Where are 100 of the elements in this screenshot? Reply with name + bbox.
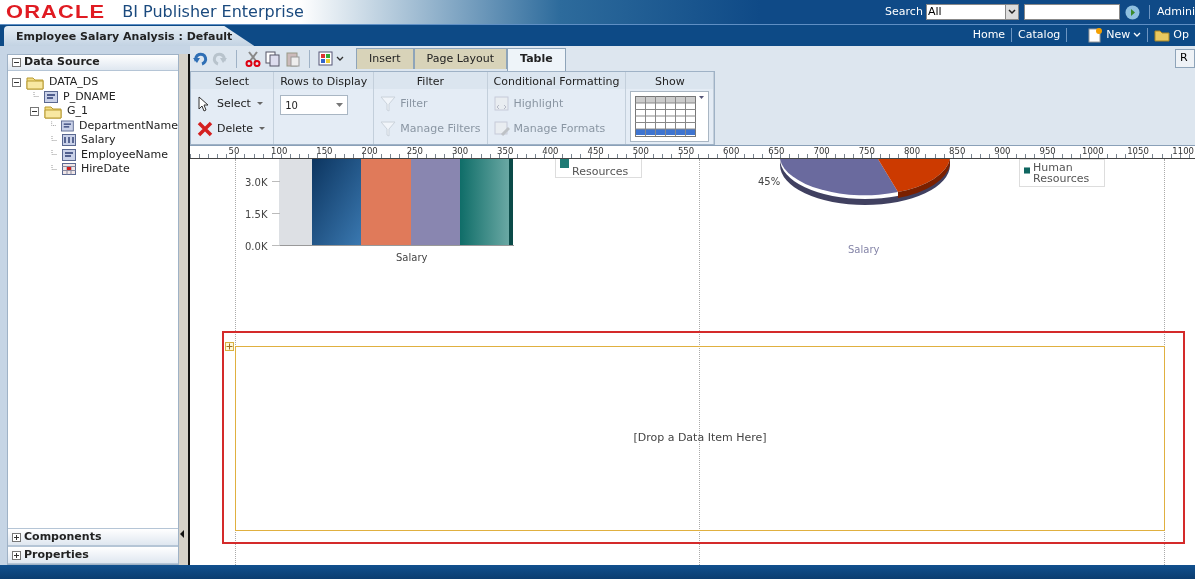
new-document-icon: [1087, 27, 1104, 43]
ribbon-tab[interactable]: Page Layout: [413, 48, 508, 69]
ruler-label: 900: [994, 146, 1011, 157]
right-button[interactable]: R: [1175, 49, 1195, 68]
delete-icon: [197, 121, 213, 138]
ruler-label: 700: [813, 146, 830, 157]
tree-item[interactable]: DepartmentName: [78, 117, 178, 134]
axis-tick-label: 1.5K: [245, 208, 268, 222]
tick-mark: [272, 213, 280, 214]
text-field-icon: [44, 90, 58, 103]
caret-icon: [336, 103, 344, 107]
drop-zone[interactable]: [Drop a Data Item Here]: [235, 346, 1165, 531]
number-field-icon: [62, 134, 76, 147]
panel-header[interactable]: Components: [8, 528, 178, 546]
legend-swatch-icon: [1024, 166, 1031, 175]
collapse-icon[interactable]: [12, 77, 21, 87]
nav-link[interactable]: Op: [1148, 26, 1195, 44]
ribbon-tab[interactable]: Table: [507, 48, 566, 71]
ruler-label: 450: [587, 146, 604, 157]
legend-swatch-icon: [560, 159, 569, 168]
tick-mark: [272, 181, 280, 182]
ruler-label: 1100: [1172, 146, 1194, 157]
caret-icon: [1007, 9, 1016, 15]
cut-icon[interactable]: [245, 50, 261, 67]
ruler-label: 300: [451, 146, 469, 157]
slice-label: 45%: [758, 175, 781, 189]
go-icon[interactable]: [1124, 4, 1140, 20]
ruler-label: 100: [271, 146, 288, 157]
tree-item[interactable]: P_DNAME: [63, 88, 116, 105]
collapse-icon[interactable]: [12, 58, 21, 67]
panel-header[interactable]: Properties: [8, 546, 178, 564]
group-title: Conditional Formatting: [487, 72, 626, 89]
oracle-logo: ORACLE: [6, 1, 106, 23]
ruler-label: 550: [677, 146, 695, 157]
chart-title: Salary: [848, 243, 880, 257]
ruler-label: 50: [228, 146, 240, 157]
tree-item[interactable]: DATA_DS: [49, 74, 99, 91]
ribbon-button[interactable]: Delete: [197, 121, 268, 138]
text-field-icon: [62, 148, 76, 161]
ruler-label: 500: [632, 146, 649, 157]
layout-grid-icon[interactable]: [318, 50, 344, 67]
ruler-label: 600: [723, 146, 740, 157]
user-menu[interactable]: Admini: [1152, 3, 1195, 21]
collapse-arrow-icon[interactable]: [180, 530, 184, 538]
filter-icon: [380, 95, 397, 112]
highlight-icon: [493, 95, 510, 112]
new-menu[interactable]: New: [1081, 26, 1148, 44]
search-field[interactable]: [1023, 4, 1120, 20]
tree-item[interactable]: HireDate: [81, 161, 130, 178]
group-title: Select: [191, 72, 274, 89]
expand-icon[interactable]: [12, 532, 21, 542]
ruler-label: 400: [542, 146, 559, 157]
tree-item[interactable]: Salary: [81, 132, 116, 149]
tick-mark: [272, 245, 280, 246]
folder-icon: [1154, 28, 1171, 42]
ruler-label: 750: [858, 146, 875, 157]
tree-item[interactable]: EmployeeName: [81, 146, 168, 163]
caret-icon: [257, 126, 268, 133]
search-scope-select[interactable]: All: [925, 4, 1019, 20]
group-title: Show: [626, 72, 714, 89]
axis-tick-label: 3.0K: [245, 176, 268, 190]
ruler-label: 250: [406, 146, 423, 157]
move-handle-icon[interactable]: [225, 342, 234, 351]
table-style-gallery[interactable]: [630, 91, 710, 142]
ribbon-button[interactable]: Select: [197, 95, 268, 112]
ribbon-tab[interactable]: Insert: [356, 48, 414, 69]
caret-icon: [1133, 32, 1142, 38]
chart-legend: Human Resources: [1019, 159, 1105, 187]
ruler-label: 1050: [1127, 146, 1149, 157]
undo-icon[interactable]: [192, 50, 208, 67]
rows-select[interactable]: 10: [280, 95, 349, 115]
format-icon: [493, 121, 510, 138]
text-field-icon: [61, 119, 74, 132]
ruler-label: 1000: [1082, 146, 1104, 157]
ruler-label: 650: [768, 146, 785, 157]
collapse-icon[interactable]: [30, 106, 39, 116]
nav-link[interactable]: Catalog: [1012, 26, 1067, 44]
group-title: Filter: [374, 72, 487, 89]
product-title: BI Publisher Enterprise: [122, 1, 304, 23]
axis-title: Salary: [396, 251, 428, 265]
folder-icon: [44, 103, 62, 119]
copy-icon[interactable]: [265, 50, 281, 67]
report-tab[interactable]: Employee Salary Analysis : Default: [4, 26, 255, 46]
filter-icon: [380, 121, 397, 138]
ruler-label: 350: [497, 146, 514, 157]
tree-item[interactable]: G_1: [67, 103, 89, 120]
nav-link[interactable]: Home: [966, 26, 1012, 44]
date-field-icon: [62, 163, 76, 176]
ruler-label: 950: [1039, 146, 1056, 157]
drop-zone-text: [Drop a Data Item Here]: [633, 430, 767, 447]
chart-legend: Resources: [555, 159, 642, 178]
ruler-label: 200: [361, 146, 378, 157]
ruler-label: 150: [316, 146, 333, 157]
expand-icon[interactable]: [12, 550, 21, 560]
group-title: Rows to Display: [274, 72, 374, 89]
folder-icon: [26, 74, 44, 90]
ruler-label: 850: [949, 146, 966, 157]
search-label: Search: [885, 3, 923, 20]
data-source-header[interactable]: Data Source: [8, 55, 178, 71]
caret-icon: [699, 96, 705, 100]
